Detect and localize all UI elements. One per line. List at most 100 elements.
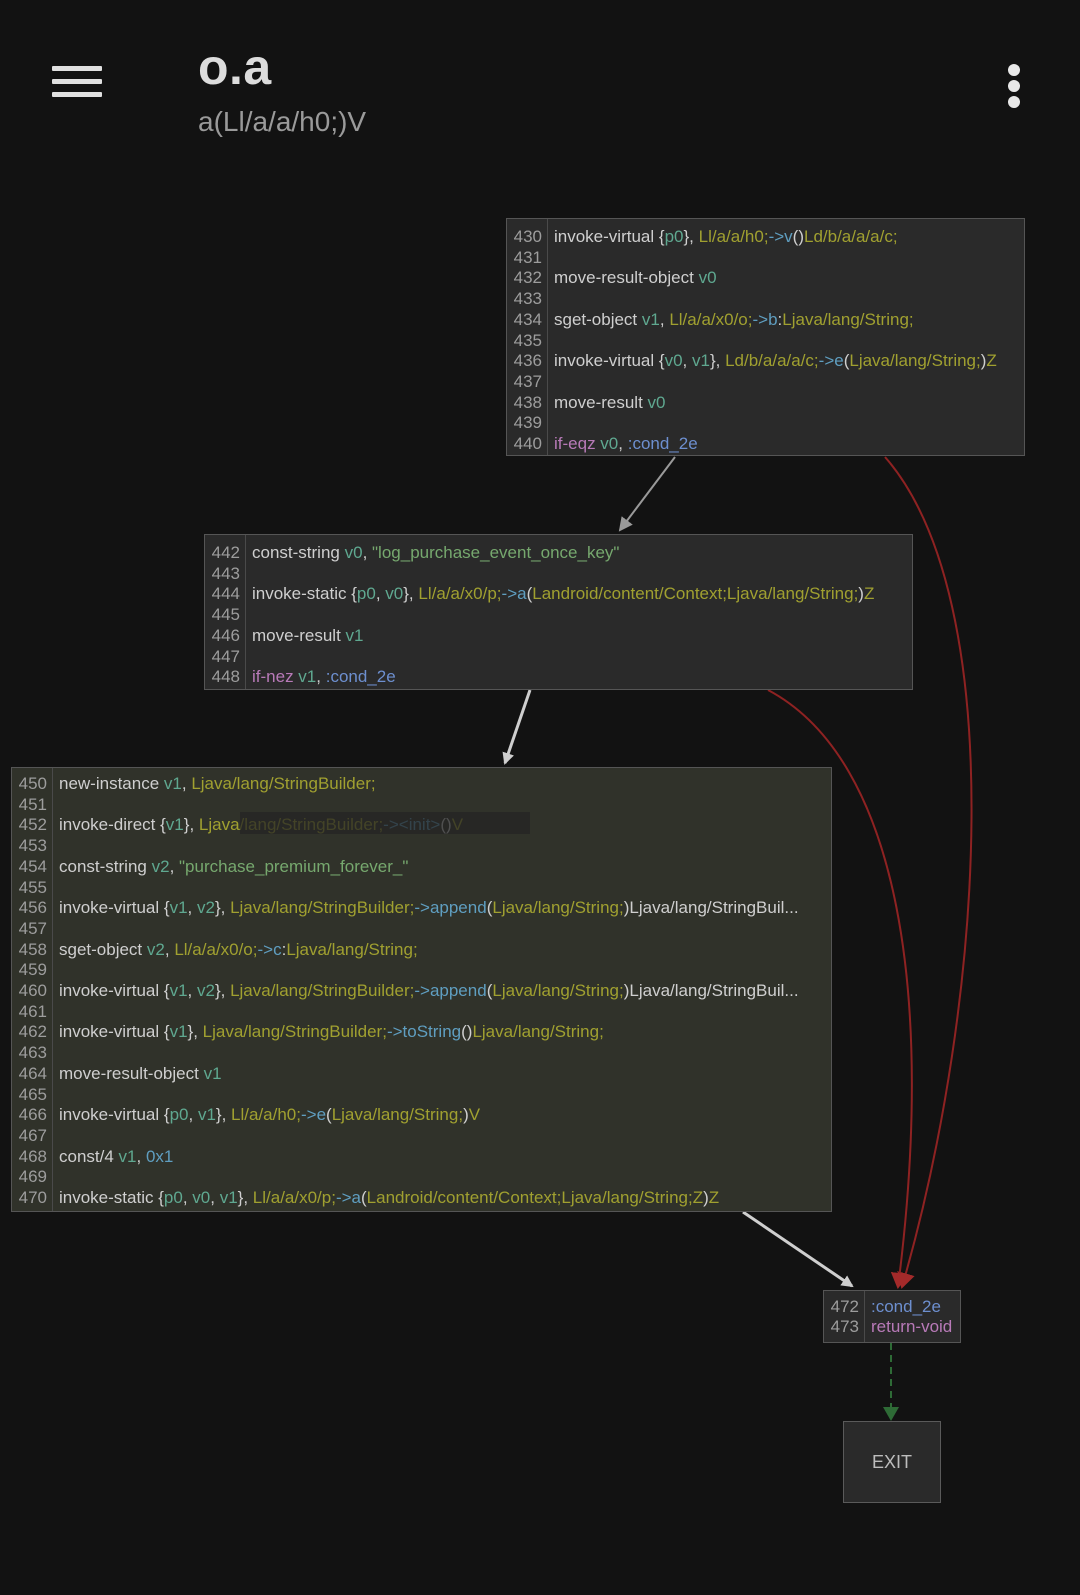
code-token: Ljava/lang/StringBuilder; (230, 981, 415, 1000)
line-number: 446 (211, 625, 240, 645)
code-token: v2 (196, 898, 215, 918)
line-number: 443 (211, 563, 240, 583)
line-number: 442 (211, 543, 240, 562)
code-token: v0 (192, 1188, 211, 1207)
code-line: 444 invoke-static {p0, v0}, Ll/a/a/x0/p;-… (205, 584, 912, 604)
line-number: 454 (18, 856, 47, 876)
line-number: 455 (18, 877, 47, 897)
code-token: v1 (203, 1063, 222, 1083)
code-token: v1 (345, 625, 364, 645)
code-token: return-void (871, 1316, 953, 1336)
code-token: }, (187, 1022, 203, 1042)
code-token: ->v (768, 227, 793, 246)
code-token: v1 (165, 815, 184, 835)
code-token: ->b (752, 309, 778, 329)
code-token: , (164, 939, 175, 959)
code-token: p0 (169, 1105, 189, 1125)
code-line: 442 const-string v0, "log_purchase_event_… (205, 543, 912, 563)
code-token: move-result-object (554, 268, 699, 288)
code-token: }, (215, 1105, 232, 1125)
code-line: 438 move-result v0 (507, 393, 1024, 413)
code-line: 439 (507, 413, 1024, 433)
code-token: , (210, 1188, 220, 1207)
code-text: sget-object v2, Ll/a/a/x0/o;->c:Ljava/la… (59, 940, 418, 960)
code-token: p0 (664, 227, 684, 246)
code-text: invoke-static {p0, v0, v1}, Ll/a/a/x0/p;… (59, 1188, 719, 1208)
code-token: v1 (641, 309, 660, 329)
code-text: :cond_2e (871, 1297, 941, 1317)
code-token: , (187, 898, 197, 918)
code-line: 466 invoke-virtual {p0, v1}, Ll/a/a/h0;->… (12, 1105, 831, 1125)
code-token: }, (403, 584, 419, 604)
code-token: v1 (219, 1188, 238, 1207)
code-line: 446 move-result v1 (205, 626, 912, 646)
code-token: ->e (300, 1105, 327, 1125)
code-text: return-void (871, 1317, 952, 1337)
code-token: invoke-direct (59, 815, 161, 835)
code-line: 473 return-void (824, 1317, 960, 1337)
code-token: :cond_2e (627, 434, 698, 453)
code-token: invoke-virtual (59, 1105, 164, 1125)
code-text: invoke-static {p0, v0}, Ll/a/a/x0/p;->a(… (252, 584, 874, 604)
code-token: sget-object (59, 939, 147, 959)
code-line: 440 if-eqz v0, :cond_2e (507, 434, 1024, 454)
code-token: )Ljava/lang/StringBuil... (623, 981, 799, 1000)
code-token: Ljava/lang/String; (331, 1105, 464, 1125)
line-number: 431 (513, 247, 542, 267)
code-line: 468 const/4 v1, 0x1 (12, 1147, 831, 1167)
code-token: v2 (146, 939, 165, 959)
code-line: 461 (12, 1002, 831, 1022)
code-token: new-instance (59, 774, 164, 793)
code-line: 453 (12, 836, 831, 856)
line-number: 468 (18, 1146, 47, 1166)
code-token: v2 (151, 856, 170, 876)
code-token: 0x1 (145, 1146, 174, 1166)
code-token: invoke-virtual (554, 351, 659, 371)
code-token: Ljava/lang/String; (472, 1022, 604, 1042)
code-text: const/4 v1, 0x1 (59, 1147, 173, 1167)
code-token: , (316, 667, 326, 687)
code-line: 443 (205, 564, 912, 584)
line-number: 467 (18, 1125, 47, 1145)
code-token: v1 (118, 1146, 137, 1166)
code-token: v1 (169, 1022, 188, 1042)
code-line: 450 new-instance v1, Ljava/lang/StringBui… (12, 774, 831, 794)
code-token: () (792, 227, 804, 246)
code-token: , (618, 434, 628, 453)
code-line: 455 (12, 878, 831, 898)
line-number: 444 (211, 584, 240, 604)
code-block-430[interactable]: 430 invoke-virtual {p0}, Ll/a/a/h0;->v()L… (506, 218, 1025, 456)
code-token: Ll/a/a/h0; (698, 227, 769, 246)
code-token: Ljava/lang/String; (286, 939, 418, 959)
code-token: , (181, 774, 192, 793)
line-number: 462 (18, 1022, 47, 1042)
code-line: 459 (12, 960, 831, 980)
line-number: 452 (18, 815, 47, 835)
code-token: v1 (298, 667, 317, 687)
code-token: Ll/a/a/h0; (231, 1105, 301, 1125)
code-token: , (136, 1146, 146, 1166)
code-line: 460 invoke-virtual {v1, v2}, Ljava/lang/S… (12, 981, 831, 1001)
code-block-472[interactable]: 472:cond_2e 473 return-void (823, 1290, 961, 1343)
code-line: 431 (507, 248, 1024, 268)
code-token: v1 (163, 774, 182, 793)
code-text: invoke-virtual {v1}, Ljava/lang/StringBu… (59, 1022, 604, 1042)
code-token: ->e (818, 351, 844, 371)
code-token: Ll/a/a/x0/p; (252, 1188, 336, 1207)
code-token: v2 (196, 981, 215, 1000)
code-line: 470 invoke-static {p0, v0, v1}, Ll/a/a/x0… (12, 1188, 831, 1208)
code-token: invoke-virtual (59, 898, 164, 918)
code-token: }, (709, 351, 726, 371)
code-text: move-result v1 (252, 626, 364, 646)
code-token: move-result (252, 625, 346, 645)
code-token: V (468, 1105, 481, 1125)
exit-node[interactable]: EXIT (843, 1421, 941, 1503)
code-block-442[interactable]: 442 const-string v0, "log_purchase_event_… (204, 534, 913, 690)
code-token: , (182, 1188, 193, 1207)
code-token: "purchase_premium_forever_" (179, 856, 409, 876)
line-number: 437 (513, 371, 542, 391)
code-token: }, (214, 981, 231, 1000)
code-token: invoke-static (252, 584, 352, 604)
line-number: 445 (211, 605, 240, 625)
code-token: Ljava/lang/String; (849, 351, 981, 371)
